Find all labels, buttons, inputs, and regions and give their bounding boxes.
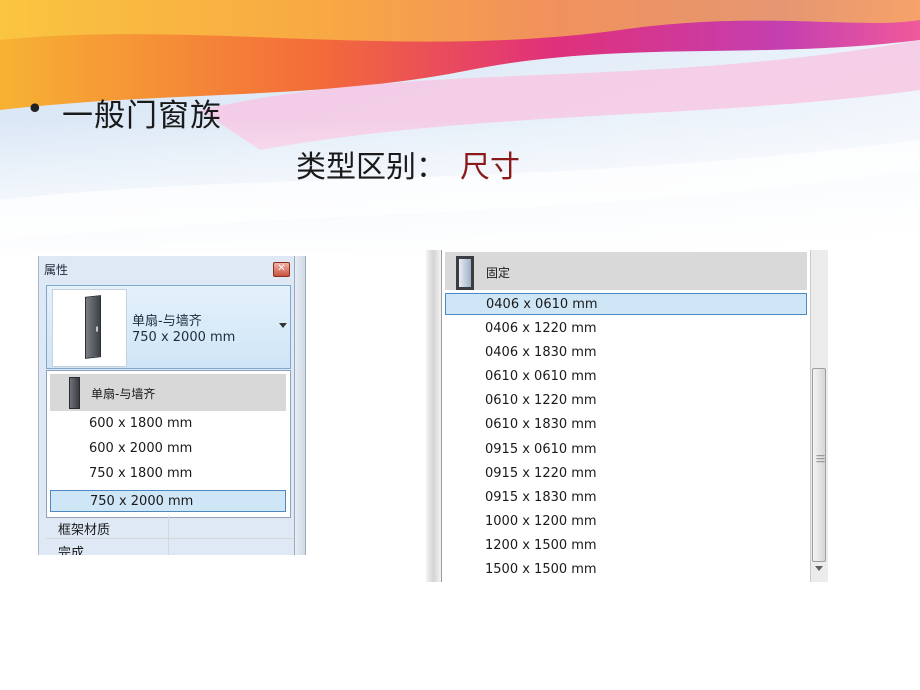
property-row[interactable]: 框架材质 [46, 516, 294, 539]
list-item-selected[interactable]: 0406 x 0610 mm [445, 293, 807, 315]
slide-heading: 一般门窗族 [62, 98, 222, 134]
list-item-label: 0610 x 1220 mm [485, 393, 597, 408]
type-size: 750 x 2000 mm [132, 330, 236, 345]
list-item[interactable]: 750 x 1800 mm [50, 463, 286, 485]
type-name: 单扇-与墙齐 [132, 314, 202, 329]
list-item-label: 1500 x 1500 mm [485, 562, 597, 577]
family-group-header: 固定 [445, 252, 807, 290]
subheading-label: 类型区别： [296, 150, 446, 185]
list-item-label: 0610 x 0610 mm [485, 369, 597, 384]
list-item[interactable]: 1000 x 1200 mm [445, 511, 807, 533]
column-divider [168, 539, 169, 555]
vertical-scrollbar[interactable]: — — — [810, 250, 828, 582]
list-item[interactable]: 0915 x 0610 mm [445, 439, 807, 461]
property-label: 完成 [58, 546, 85, 555]
slide-bullet: • [26, 92, 44, 127]
list-item[interactable]: 600 x 1800 mm [50, 413, 286, 435]
list-item[interactable]: 0915 x 1220 mm [445, 463, 807, 485]
list-item-label: 600 x 2000 mm [89, 441, 193, 456]
list-item[interactable]: 1500 x 1500 mm [445, 559, 807, 581]
list-item[interactable]: 0610 x 1220 mm [445, 390, 807, 412]
list-item-label: 0406 x 1220 mm [485, 321, 597, 336]
list-item-label: 750 x 2000 mm [90, 494, 194, 509]
list-item[interactable]: 0610 x 1830 mm [445, 414, 807, 436]
close-icon[interactable]: ✕ [273, 262, 290, 277]
list-item-label: 750 x 1800 mm [89, 466, 193, 481]
size-list-panel: 固定 0406 x 0610 mm 0406 x 1220 mm 0406 x … [426, 250, 832, 582]
list-item-label: 0915 x 1220 mm [485, 466, 597, 481]
column-divider [168, 516, 169, 538]
subheading-accent: 尺寸 [460, 150, 520, 185]
list-item[interactable]: 600 x 2000 mm [50, 438, 286, 460]
panel-border [426, 250, 442, 582]
dropdown-arrow-icon[interactable] [279, 323, 287, 328]
list-item[interactable]: 0915 x 1830 mm [445, 487, 807, 509]
type-dropdown-list: 单扇-与墙齐 600 x 1800 mm 600 x 2000 mm 750 x… [46, 370, 291, 518]
list-item[interactable]: 0406 x 1220 mm [445, 318, 807, 340]
panel-splitter[interactable] [294, 256, 306, 555]
properties-panel: 属性 ✕ 单扇-与墙齐 750 x 2000 mm 单扇-与墙齐 600 x 1… [28, 252, 352, 555]
list-item-label: 0915 x 1830 mm [485, 490, 597, 505]
scroll-thumb[interactable]: — — — [812, 368, 826, 562]
door-icon [69, 377, 80, 409]
list-item-label: 1000 x 1200 mm [485, 514, 597, 529]
type-selector[interactable]: 单扇-与墙齐 750 x 2000 mm [46, 285, 291, 369]
list-item-label: 0406 x 1830 mm [485, 345, 597, 360]
scroll-grip-icon: — — — [816, 451, 825, 467]
list-item[interactable]: 1200 x 1500 mm [445, 535, 807, 557]
property-label: 框架材质 [58, 523, 111, 538]
window-icon [456, 256, 474, 290]
scroll-down-icon[interactable] [815, 566, 823, 571]
list-item-label: 0915 x 0610 mm [485, 442, 597, 457]
family-label: 固定 [486, 266, 511, 280]
door-icon [85, 295, 101, 359]
type-thumbnail [52, 289, 127, 367]
properties-title: 属性 [44, 263, 69, 277]
family-label: 单扇-与墙齐 [91, 387, 156, 401]
slide-subheading: 类型区别： 尺寸 [296, 142, 520, 186]
list-item-label: 600 x 1800 mm [89, 416, 193, 431]
list-item-label: 0610 x 1830 mm [485, 417, 597, 432]
list-item-selected[interactable]: 750 x 2000 mm [50, 490, 286, 512]
property-row[interactable]: 完成 [46, 539, 294, 555]
list-item-label: 1200 x 1500 mm [485, 538, 597, 553]
family-group-header: 单扇-与墙齐 [50, 374, 286, 411]
list-item[interactable]: 0610 x 0610 mm [445, 366, 807, 388]
list-item[interactable]: 0406 x 1830 mm [445, 342, 807, 364]
list-item-label: 0406 x 0610 mm [486, 297, 598, 312]
